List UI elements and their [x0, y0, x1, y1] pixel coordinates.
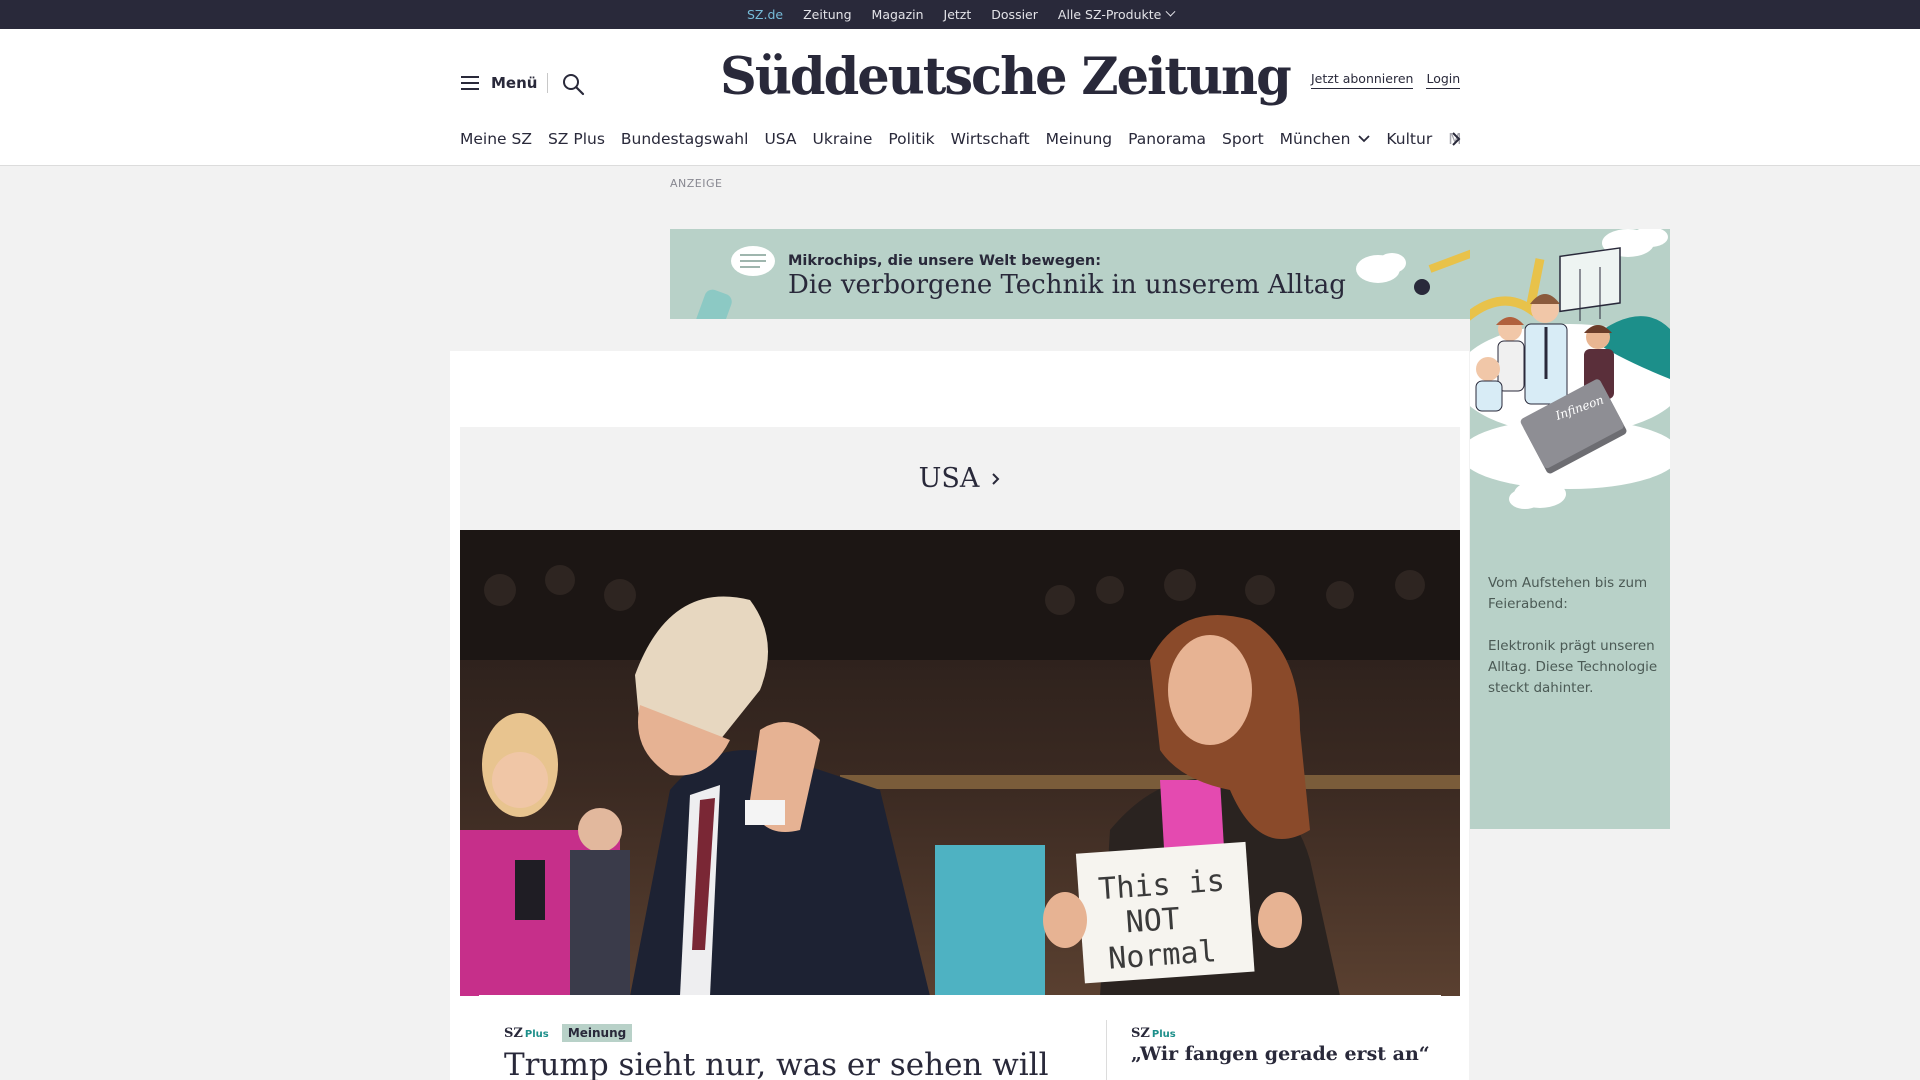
- ad-side-text: Vom Aufstehen bis zum Feierabend: Elektr…: [1488, 573, 1658, 699]
- ad-label: ANZEIGE: [670, 177, 723, 190]
- login-link[interactable]: Login: [1426, 71, 1461, 89]
- subscribe-link[interactable]: Jetzt abonnieren: [1311, 71, 1414, 89]
- teaser-side-headline[interactable]: „Wir fangen gerade erst an“: [1131, 1043, 1430, 1065]
- sz-plus-logo: SZ Plus: [1131, 1026, 1176, 1041]
- nav-item-meine-sz[interactable]: Meine SZ: [460, 130, 540, 148]
- content-spacer: [450, 351, 1469, 427]
- hero-photo: This is NOT Normal: [460, 530, 1460, 996]
- nav-item-meinung[interactable]: Meinung: [1038, 130, 1121, 148]
- nav-item-sport[interactable]: Sport: [1214, 130, 1272, 148]
- nav-item-panorama[interactable]: Panorama: [1120, 130, 1214, 148]
- topbar-link-szde[interactable]: SZ.de: [747, 7, 783, 31]
- chevron-right-icon[interactable]: [1448, 127, 1464, 151]
- menu-button[interactable]: Menü: [461, 74, 537, 92]
- top-bar: SZ.de Zeitung Magazin Jetzt Dossier Alle…: [0, 0, 1920, 31]
- ad-kicker: Mikrochips, die unsere Welt bewegen:: [788, 253, 1102, 269]
- teaser-main-meta: SZ Plus Meinung: [504, 1022, 633, 1042]
- nav-item-muenchen[interactable]: München: [1272, 130, 1379, 148]
- menu-label: Menü: [491, 74, 538, 92]
- hero-image[interactable]: This is NOT Normal: [460, 530, 1460, 996]
- section-title: USA: [918, 463, 980, 494]
- site-logo[interactable]: Süddeutsche Zeitung: [720, 47, 1292, 107]
- section-header: USA: [460, 427, 1460, 530]
- nav-item-politik[interactable]: Politik: [880, 130, 942, 148]
- category-badge: Meinung: [561, 1024, 633, 1042]
- chevron-down-icon: [1165, 6, 1176, 17]
- search-icon[interactable]: [561, 72, 585, 96]
- ad-illustration: Infineon: [1470, 229, 1670, 509]
- nav-item-kultur[interactable]: Kultur: [1378, 130, 1440, 148]
- nav-item-bundestagswahl[interactable]: Bundestagswahl: [613, 130, 757, 148]
- nav-item-wirtschaft[interactable]: Wirtschaft: [943, 130, 1038, 148]
- sign-text-line2: NOT: [1125, 902, 1181, 941]
- chevron-down-icon: [1358, 135, 1371, 143]
- sz-plus-brand: SZ: [504, 1026, 523, 1041]
- site-header: Menü Süddeutsche Zeitung Jetzt abonniere…: [0, 29, 1920, 166]
- sz-plus-suffix: Plus: [1151, 1029, 1176, 1040]
- nav-item-sz-plus[interactable]: SZ Plus: [540, 130, 613, 148]
- topbar-link-jetzt[interactable]: Jetzt: [944, 7, 972, 22]
- teaser-divider: [1106, 1020, 1107, 1080]
- section-link-usa[interactable]: USA: [919, 463, 1002, 494]
- main-navigation: Meine SZ SZ Plus Bundestagswahl USA Ukra…: [460, 127, 1460, 151]
- teaser-main-headline[interactable]: Trump sieht nur, was er sehen will: [504, 1047, 1049, 1080]
- top-bar-links: SZ.de Zeitung Magazin Jetzt Dossier Alle…: [747, 0, 1176, 31]
- topbar-link-magazin[interactable]: Magazin: [872, 7, 924, 22]
- topbar-link-dossier[interactable]: Dossier: [991, 7, 1038, 22]
- teaser-side-meta: SZ Plus: [1131, 1022, 1176, 1041]
- nav-item-muenchen-label: München: [1279, 130, 1351, 148]
- topbar-products-label: Alle SZ-Produkte: [1057, 7, 1162, 22]
- header-divider: [547, 73, 548, 93]
- topbar-link-zeitung[interactable]: Zeitung: [803, 7, 851, 22]
- sz-plus-brand: SZ: [1131, 1026, 1150, 1041]
- nav-item-ukraine[interactable]: Ukraine: [805, 130, 881, 148]
- ad-skyscraper[interactable]: Infineon Vom Aufstehen bis zum Feieraben…: [1470, 229, 1670, 829]
- topbar-products-dropdown[interactable]: Alle SZ-Produkte: [1057, 6, 1176, 22]
- sz-plus-suffix: Plus: [524, 1029, 549, 1040]
- sz-plus-logo: SZ Plus: [504, 1026, 549, 1041]
- nav-item-usa[interactable]: USA: [756, 130, 804, 148]
- account-links: Jetzt abonnieren Login: [1311, 71, 1461, 89]
- chevron-right-icon: [992, 472, 1000, 485]
- ad-title: Die verborgene Technik in unserem Alltag: [788, 270, 1346, 300]
- hamburger-icon: [461, 76, 479, 90]
- teaser-card: SZ Plus Meinung Trump sieht nur, was er …: [479, 995, 1441, 1080]
- ad-side-text-line2: Elektronik prägt unseren Alltag. Diese T…: [1488, 638, 1658, 696]
- ad-side-text-line1: Vom Aufstehen bis zum Feierabend:: [1488, 575, 1648, 612]
